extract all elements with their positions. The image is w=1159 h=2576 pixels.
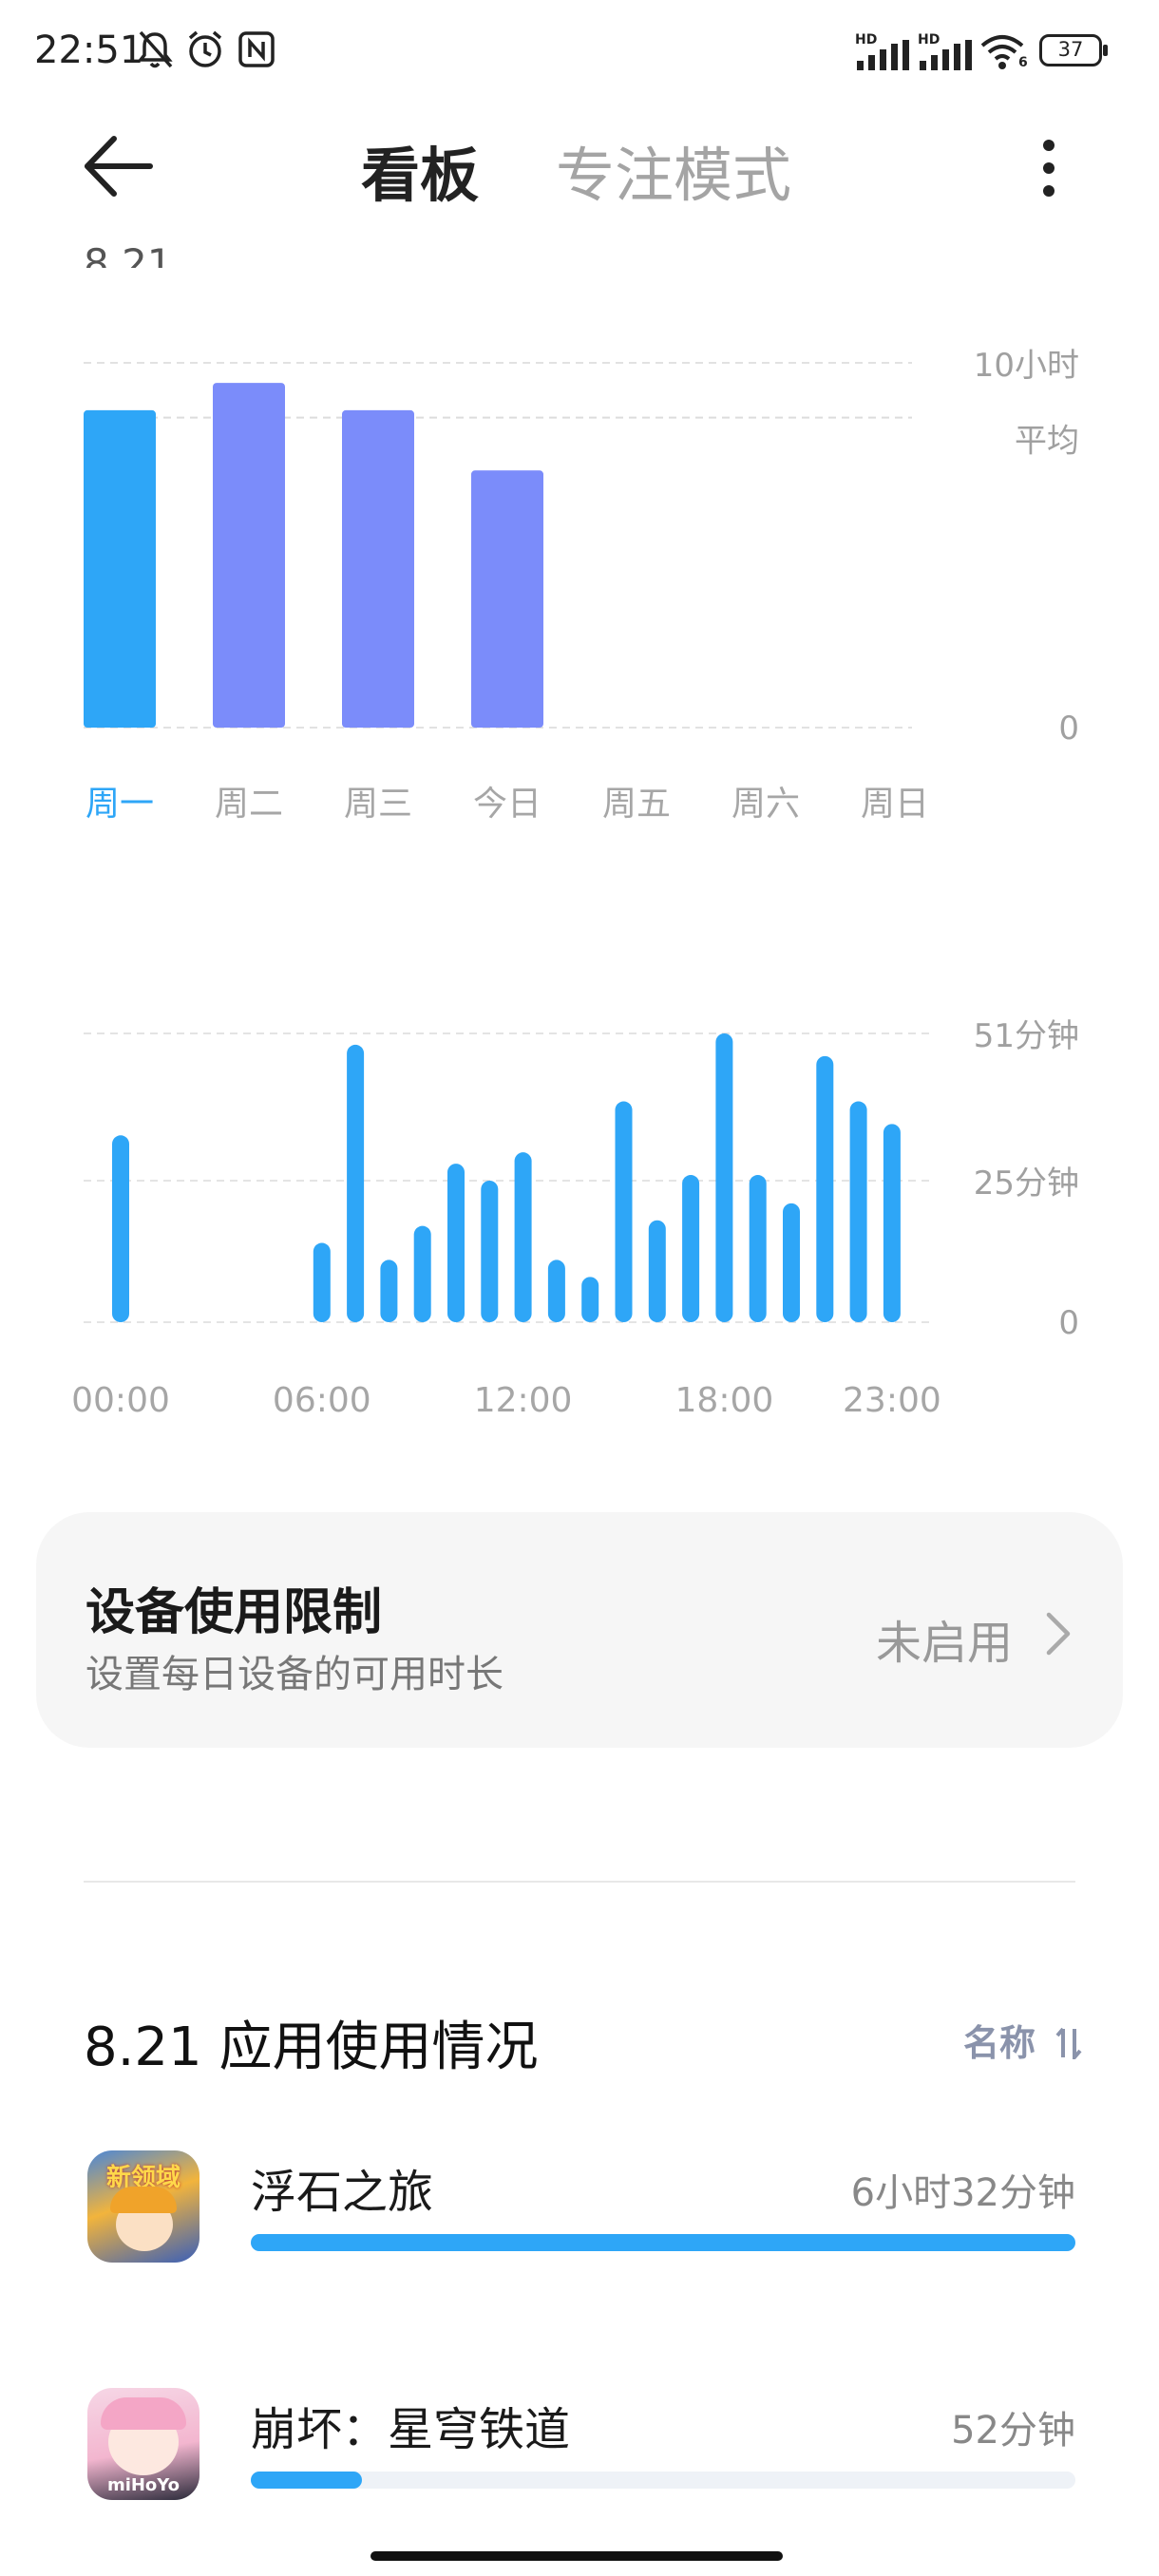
average-label: 平均 xyxy=(1015,423,1079,461)
bar xyxy=(313,1242,331,1322)
app-usage-title: 8.21 应用使用情况 xyxy=(84,2017,539,2078)
usage-bar-fill xyxy=(251,2234,1075,2251)
x-tick-label: 周六 xyxy=(732,785,800,824)
bar xyxy=(213,383,285,728)
bar xyxy=(715,1033,733,1322)
x-tick-label: 周三 xyxy=(344,785,412,824)
x-tick-label: 18:00 xyxy=(675,1381,774,1420)
weekly-usage-chart: 10小时平均 0 周一 周二 周三 今日 周五 周六 周日 xyxy=(84,347,1079,824)
device-limit-status: 未启用 xyxy=(876,1617,1014,1670)
signal-icon-2: HD xyxy=(918,32,975,70)
bar xyxy=(682,1175,700,1322)
bar xyxy=(849,1101,867,1322)
app-icon-text: miHoYo xyxy=(106,2475,180,2495)
app-time: 6小时32分钟 xyxy=(850,2171,1075,2215)
nfc-icon xyxy=(238,31,275,67)
hourly-usage-chart: 51分钟 25分钟 0 00:00 06:00 12:00 18:00 23:00 xyxy=(71,1017,1079,1420)
alarm-icon xyxy=(188,30,222,67)
app-name: 浮石之旅 xyxy=(251,2166,434,2219)
chevron-right-icon xyxy=(1046,1612,1071,1656)
sort-button[interactable]: 名称 xyxy=(963,2014,1082,2066)
divider xyxy=(84,1881,1075,1883)
signal-icon: HD xyxy=(855,32,912,70)
bar xyxy=(447,1164,465,1322)
more-button[interactable] xyxy=(1030,139,1068,198)
bar xyxy=(342,409,414,728)
home-indicator xyxy=(370,2551,783,2561)
date-label: 8.21 xyxy=(84,240,173,268)
sort-label: 名称 xyxy=(963,2022,1036,2064)
tab-dashboard[interactable]: 看板 xyxy=(361,127,479,213)
status-time: 22:51 xyxy=(34,28,144,72)
x-tick-label: 周五 xyxy=(602,785,671,824)
y-tick-label: 0 xyxy=(1058,710,1079,748)
bar xyxy=(547,1260,565,1322)
x-tick-label: 00:00 xyxy=(71,1381,170,1420)
device-limit-title: 设备使用限制 xyxy=(86,1584,383,1641)
battery-level: 37 xyxy=(1057,38,1084,61)
wifi-icon: 6 xyxy=(978,32,1030,72)
x-tick-label: 今日 xyxy=(473,785,542,824)
bar xyxy=(514,1152,532,1322)
bar xyxy=(749,1175,767,1322)
app-icon-fushi: 新领域 xyxy=(87,2150,200,2263)
y-tick-label: 51分钟 xyxy=(974,1017,1079,1055)
bar xyxy=(112,1135,129,1322)
x-tick-label: 周日 xyxy=(861,785,929,824)
bar xyxy=(347,1044,365,1322)
app-time: 52分钟 xyxy=(951,2409,1075,2453)
x-tick-label: 周一 xyxy=(86,785,154,824)
bar xyxy=(84,409,156,728)
more-vertical-icon xyxy=(1043,140,1054,197)
y-tick-label: 10小时 xyxy=(974,347,1079,385)
bar xyxy=(413,1225,431,1322)
x-tick-label: 06:00 xyxy=(273,1381,371,1420)
bar xyxy=(648,1220,666,1322)
mute-bell-icon xyxy=(137,30,173,68)
bar xyxy=(481,1180,499,1322)
battery-icon: 37 xyxy=(1039,34,1112,68)
x-tick-label: 23:00 xyxy=(843,1381,941,1420)
x-tick-label: 12:00 xyxy=(474,1381,573,1420)
app-row[interactable]: 新领域 浮石之旅 6小时32分钟 xyxy=(84,2149,1075,2291)
bar xyxy=(471,470,543,728)
app-icon-starrail: miHoYo xyxy=(87,2388,200,2500)
y-tick-label: 25分钟 xyxy=(974,1165,1079,1203)
x-tick-label: 周二 xyxy=(215,785,283,824)
bar xyxy=(581,1277,599,1322)
bar xyxy=(883,1124,901,1322)
bar xyxy=(380,1260,398,1322)
app-name: 崩坏：星穹铁道 xyxy=(251,2403,571,2456)
usage-bar-track xyxy=(251,2472,1075,2489)
bar xyxy=(615,1101,633,1322)
sort-icon xyxy=(1055,2027,1082,2063)
app-row[interactable]: miHoYo 崩坏：星穹铁道 52分钟 xyxy=(84,2386,1075,2529)
bar xyxy=(783,1203,800,1322)
usage-bar-track xyxy=(251,2234,1075,2251)
back-arrow-icon xyxy=(85,136,153,197)
back-button[interactable] xyxy=(82,133,158,199)
usage-bar-fill xyxy=(251,2472,363,2489)
y-tick-label: 0 xyxy=(1058,1304,1079,1342)
tab-focus-mode[interactable]: 专注模式 xyxy=(556,127,791,213)
bar xyxy=(816,1055,834,1322)
device-limit-subtitle: 设置每日设备的可用时长 xyxy=(86,1653,504,1696)
wifi-badge: 6 xyxy=(1018,55,1028,70)
